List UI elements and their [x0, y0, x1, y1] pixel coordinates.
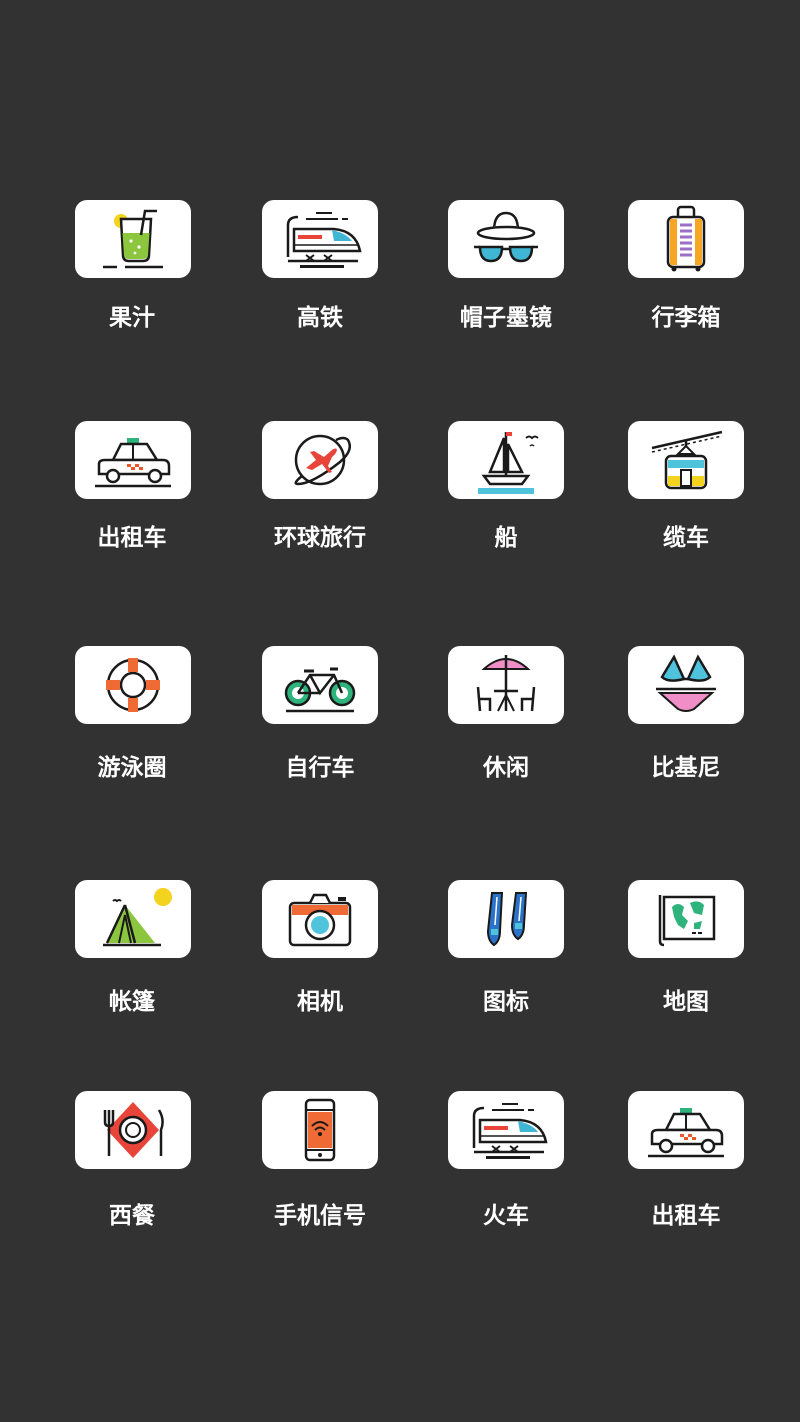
phone-wifi-icon	[304, 1098, 336, 1162]
label-tent: 帐篷	[109, 989, 155, 1015]
leisure-table-icon	[476, 655, 536, 712]
suitcase-icon	[666, 205, 706, 272]
tent-icon	[103, 888, 172, 947]
cable-car-icon	[651, 430, 723, 490]
label-taxi: 出租车	[97, 525, 167, 551]
label-cable-car: 缆车	[663, 525, 709, 551]
tile-high-speed-train[interactable]	[262, 200, 378, 278]
taxi-icon	[95, 438, 171, 488]
label-globe-travel: 环球旅行	[274, 525, 366, 551]
label-lifebuoy: 游泳圈	[97, 755, 167, 781]
juice-icon	[103, 209, 163, 269]
label-map: 地图	[663, 989, 709, 1015]
label-high-speed-train: 高铁	[297, 305, 343, 331]
label-camera: 相机	[297, 989, 343, 1015]
bikini-icon	[656, 654, 716, 712]
label-swim-fins: 图标	[483, 989, 529, 1015]
tile-camera[interactable]	[262, 880, 378, 958]
tile-juice[interactable]	[75, 200, 191, 278]
train-icon	[472, 1103, 548, 1159]
western-dining-icon	[103, 1102, 164, 1158]
hat-sunglasses-icon	[474, 211, 538, 263]
tile-cable-car[interactable]	[628, 421, 744, 499]
tile-sailboat[interactable]	[448, 421, 564, 499]
tile-suitcase[interactable]	[628, 200, 744, 278]
tile-western-dining[interactable]	[75, 1091, 191, 1169]
tile-bicycle[interactable]	[262, 646, 378, 724]
tile-map[interactable]	[628, 880, 744, 958]
tile-lifebuoy[interactable]	[75, 646, 191, 724]
label-train: 火车	[483, 1203, 529, 1229]
tile-leisure[interactable]	[448, 646, 564, 724]
tile-swim-fins[interactable]	[448, 880, 564, 958]
label-western-dining: 西餐	[109, 1203, 155, 1229]
label-suitcase: 行李箱	[651, 305, 721, 331]
tile-taxi[interactable]	[75, 421, 191, 499]
globe-travel-icon	[294, 434, 351, 486]
label-phone-signal: 手机信号	[274, 1203, 366, 1229]
taxi-icon	[648, 1108, 724, 1158]
tile-hat-sunglasses[interactable]	[448, 200, 564, 278]
lifebuoy-icon	[106, 658, 160, 712]
label-sailboat: 船	[494, 525, 518, 551]
tile-train[interactable]	[448, 1091, 564, 1169]
label-leisure: 休闲	[483, 755, 529, 781]
swim-fins-icon	[486, 892, 528, 947]
sailboat-icon	[478, 432, 539, 494]
tile-phone-signal[interactable]	[262, 1091, 378, 1169]
label-taxi-2: 出租车	[651, 1203, 721, 1229]
tile-tent[interactable]	[75, 880, 191, 958]
tile-bikini[interactable]	[628, 646, 744, 724]
label-hat-sunglasses: 帽子墨镜	[460, 305, 552, 331]
label-bicycle: 自行车	[285, 755, 355, 781]
tile-globe-travel[interactable]	[262, 421, 378, 499]
bicycle-icon	[284, 667, 356, 713]
camera-icon	[288, 893, 352, 947]
label-juice: 果汁	[109, 305, 155, 331]
label-bikini: 比基尼	[651, 755, 721, 781]
tile-taxi-2[interactable]	[628, 1091, 744, 1169]
map-icon	[658, 895, 716, 947]
high-speed-train-icon	[286, 212, 362, 268]
